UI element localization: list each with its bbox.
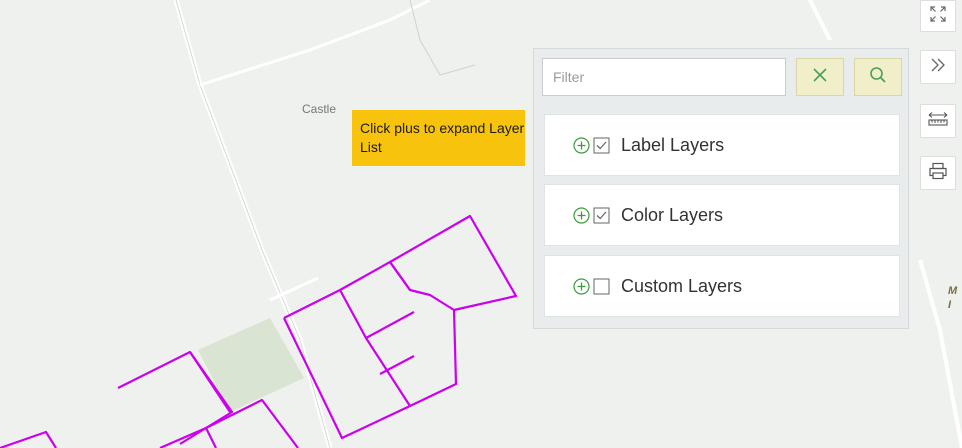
map-place-label: Castle	[302, 102, 337, 116]
checkbox-checked-icon[interactable]	[592, 206, 610, 224]
layer-label: Label Layers	[621, 134, 725, 155]
layer-list-tooltip: Click plus to expand Layer List	[352, 110, 525, 166]
collapse-panel-button[interactable]	[920, 50, 956, 84]
map-edge-label: MI	[948, 285, 958, 311]
fullscreen-icon	[929, 5, 947, 28]
ruler-icon	[927, 110, 949, 133]
layer-row-custom-layers[interactable]: Custom Layers	[544, 255, 900, 317]
clear-filter-button[interactable]	[796, 58, 844, 96]
close-x-icon	[812, 67, 828, 88]
search-button[interactable]	[854, 58, 902, 96]
plus-circle-icon[interactable]	[572, 277, 590, 295]
measure-button[interactable]	[920, 104, 956, 138]
layer-row-label-layers[interactable]: Label Layers	[544, 114, 900, 176]
layer-label: Custom Layers	[621, 275, 743, 296]
layer-label: Color Layers	[621, 204, 724, 225]
layer-list-panel: Label Layers Color Layers Custom Layers	[533, 48, 909, 329]
printer-icon	[928, 162, 948, 185]
layer-row-color-layers[interactable]: Color Layers	[544, 184, 900, 246]
double-chevron-right-icon	[929, 56, 947, 79]
filter-input[interactable]	[542, 58, 786, 96]
search-icon	[869, 66, 887, 89]
print-button[interactable]	[920, 156, 956, 190]
checkbox-checked-icon[interactable]	[592, 136, 610, 154]
plus-circle-icon[interactable]	[572, 136, 590, 154]
plus-circle-icon[interactable]	[572, 206, 590, 224]
checkbox-unchecked-icon[interactable]	[592, 277, 610, 295]
fullscreen-button[interactable]	[920, 0, 956, 32]
